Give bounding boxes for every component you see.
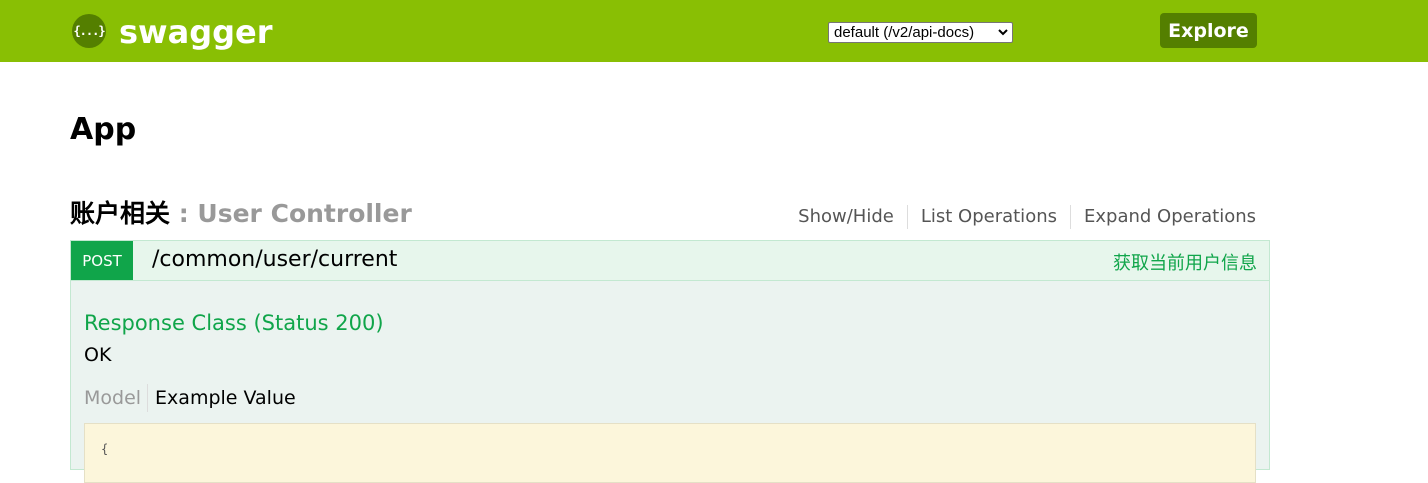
explore-button[interactable]: Explore (1160, 13, 1257, 48)
api-spec-select-value: default (/v2/api-docs) (834, 24, 975, 41)
resource-separator: : (170, 199, 198, 228)
resource-actions: Show/Hide List Operations Expand Operati… (785, 205, 1256, 229)
model-tabs: Model Example Value (84, 384, 296, 412)
swagger-brackets-icon: {...} (72, 14, 106, 48)
top-bar: {...} swagger default (/v2/api-docs) Exp… (0, 0, 1428, 62)
operation-panel: POST /common/user/current 获取当前用户信息 Respo… (70, 240, 1270, 483)
chevron-down-icon (998, 24, 1008, 43)
tab-example-value[interactable]: Example Value (148, 384, 296, 412)
operation-summary[interactable]: 获取当前用户信息 (1113, 249, 1257, 275)
tab-model[interactable]: Model (84, 384, 149, 412)
list-operations-link[interactable]: List Operations (906, 205, 1070, 229)
api-spec-select[interactable]: default (/v2/api-docs) (828, 22, 1013, 43)
operation-heading[interactable]: POST /common/user/current 获取当前用户信息 (71, 241, 1269, 281)
logo-text: swagger (119, 13, 273, 51)
example-value-snippet[interactable]: { (84, 423, 1256, 483)
expand-operations-link[interactable]: Expand Operations (1070, 205, 1256, 229)
snippet-text: { (101, 442, 109, 456)
http-method-badge[interactable]: POST (71, 241, 133, 280)
response-type: OK (84, 344, 112, 366)
show-hide-link[interactable]: Show/Hide (785, 205, 907, 229)
response-class-heading: Response Class (Status 200) (84, 311, 384, 335)
resource-name-cn[interactable]: 账户相关 (70, 199, 170, 228)
swagger-logo[interactable]: {...} swagger (72, 13, 273, 49)
operation-path[interactable]: /common/user/current (152, 247, 397, 273)
resource-name-en: User Controller (197, 199, 412, 228)
resource-heading: 账户相关 : User Controller (70, 197, 412, 231)
page-title: App (70, 112, 137, 147)
